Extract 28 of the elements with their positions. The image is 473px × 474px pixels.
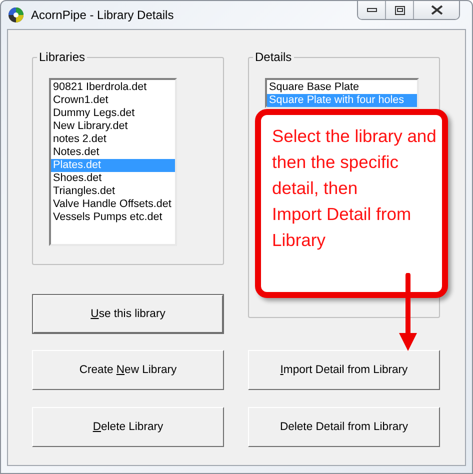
window-title: AcornPipe - Library Details — [31, 8, 174, 22]
list-item[interactable]: 90821 Iberdrola.det — [51, 81, 175, 94]
close-icon — [430, 5, 442, 15]
minimize-icon — [366, 8, 376, 12]
list-item[interactable]: Dummy Legs.det — [51, 107, 175, 120]
action-button[interactable]: Delete Detail from Library — [248, 407, 440, 447]
group-label: Libraries — [38, 50, 86, 64]
list-box[interactable]: 90821 Iberdrola.det Crown1.det Dummy Legs.det New Library.det notes 2.det Notes.det Plates.det Shoes.det Triangles.det Valve Handle Offsets.det Vessels Pumps etc.det — [49, 78, 177, 246]
list-item[interactable]: Vessels Pumps etc.det — [51, 211, 175, 224]
use-library-button[interactable]: Use this library — [32, 294, 224, 334]
maximize-icon — [394, 6, 404, 14]
callout-note: Select the library and then the specific detail, then Import Detail from Library — [255, 109, 448, 298]
list-item[interactable]: Notes.det — [51, 146, 175, 159]
close-button[interactable] — [413, 1, 459, 19]
action-button[interactable]: Create New Library — [32, 350, 224, 390]
action-button[interactable]: Import Detail from Library — [248, 350, 440, 390]
list-item[interactable]: Square Base Plate — [267, 81, 417, 94]
list-item[interactable]: Shoes.det — [51, 172, 175, 185]
list-item[interactable]: New Library.det — [51, 120, 175, 133]
group-label: Details — [254, 50, 293, 64]
list-item[interactable]: notes 2.det — [51, 133, 175, 146]
list-box[interactable]: Square Base Plate Square Plate with four holes — [265, 78, 419, 108]
disc-icon — [8, 7, 24, 23]
list-item[interactable]: Valve Handle Offsets.det — [51, 198, 175, 211]
maximize-button[interactable] — [385, 1, 413, 19]
list-item[interactable]: Crown1.det — [51, 94, 175, 107]
list-item[interactable]: Triangles.det — [51, 185, 175, 198]
action-button[interactable]: Delete Library — [32, 407, 224, 447]
